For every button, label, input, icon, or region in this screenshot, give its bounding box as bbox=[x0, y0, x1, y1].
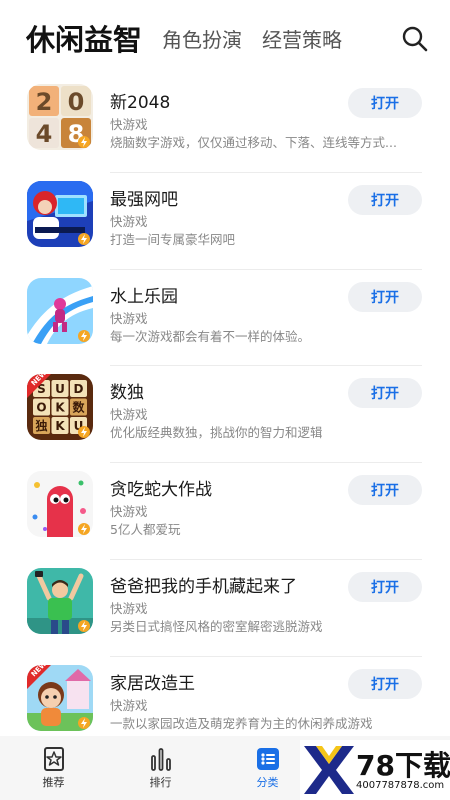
category-list-icon bbox=[256, 748, 279, 770]
search-icon bbox=[402, 26, 428, 52]
app-icon-sudoku: S U D O K 数 独 K U NEW bbox=[27, 374, 93, 441]
app-tag: 快游戏 bbox=[110, 407, 148, 423]
app-name: 数独 bbox=[110, 383, 144, 404]
watermark-text: 78下载 bbox=[356, 749, 450, 782]
watermark: 78下载 4007787878.com bbox=[300, 740, 450, 800]
bar-chart-icon bbox=[150, 748, 171, 771]
app-icon-snake bbox=[27, 471, 93, 538]
nav-label: 推荐 bbox=[42, 776, 65, 789]
tile-0: 0 bbox=[68, 88, 85, 116]
open-button[interactable]: 打开 bbox=[348, 88, 422, 118]
open-button[interactable]: 打开 bbox=[348, 475, 422, 506]
app-name: 最强网吧 bbox=[110, 189, 178, 210]
tab-management-strategy[interactable]: 经营策略 bbox=[262, 24, 342, 53]
sudoku-letter: K bbox=[55, 401, 65, 415]
open-button[interactable]: 打开 bbox=[348, 184, 422, 215]
tile-2: 2 bbox=[36, 88, 53, 116]
watermark-url: 4007787878.com bbox=[356, 780, 445, 791]
tile-4: 4 bbox=[36, 120, 53, 148]
sudoku-letter: O bbox=[36, 401, 46, 415]
list-item[interactable]: 爸爸把我的手机藏起来了 快游戏 另类日式搞怪风格的密室解密逃脱游戏 打开 bbox=[0, 560, 450, 657]
app-description: 另类日式搞怪风格的密室解密逃脱游戏 bbox=[110, 618, 323, 634]
open-button[interactable]: 打开 bbox=[348, 668, 422, 699]
app-tag: 快游戏 bbox=[110, 310, 148, 326]
game-list: 2 0 4 8 新2048 快游戏 烧脑数字游戏，仅仅通过移动、下落、连线等方式… bbox=[0, 76, 450, 754]
x-logo-icon bbox=[304, 746, 354, 794]
open-button[interactable]: 打开 bbox=[348, 571, 422, 602]
star-book-icon bbox=[43, 747, 64, 771]
app-tag: 快游戏 bbox=[110, 213, 148, 229]
list-item[interactable]: 2 0 4 8 新2048 快游戏 烧脑数字游戏，仅仅通过移动、下落、连线等方式… bbox=[0, 76, 450, 173]
nav-label: 分类 bbox=[256, 776, 279, 789]
nav-item-recommend[interactable]: 推荐 bbox=[0, 736, 107, 800]
app-icon-home-makeover: NEW bbox=[27, 664, 93, 731]
app-icon-internet-cafe bbox=[27, 180, 93, 247]
app-name: 水上乐园 bbox=[110, 286, 178, 307]
sudoku-letter: U bbox=[55, 382, 65, 396]
list-item[interactable]: 最强网吧 快游戏 打造一间专属豪华网吧 打开 bbox=[0, 173, 450, 270]
list-item[interactable]: 贪吃蛇大作战 快游戏 5亿人都爱玩 打开 bbox=[0, 463, 450, 560]
tabs-fade bbox=[364, 20, 404, 60]
list-item[interactable]: 水上乐园 快游戏 每一次游戏都会有着不一样的体验。 打开 bbox=[0, 270, 450, 367]
app-icon-man-arms-up bbox=[27, 567, 93, 634]
sudoku-letter: D bbox=[74, 382, 84, 396]
app-tag: 快游戏 bbox=[110, 504, 148, 520]
app-description: 5亿人都爱玩 bbox=[110, 522, 181, 538]
app-icon-water-slide bbox=[27, 277, 93, 344]
app-tag: 快游戏 bbox=[110, 117, 148, 132]
app-icon-2048: 2 0 4 8 bbox=[27, 84, 93, 150]
sudoku-letter: 独 bbox=[34, 418, 47, 433]
app-name: 家居改造王 bbox=[110, 673, 195, 694]
open-button[interactable]: 打开 bbox=[348, 281, 422, 312]
app-description: 烧脑数字游戏，仅仅通过移动、下落、连线等方式... bbox=[110, 135, 397, 150]
app-description: 每一次游戏都会有着不一样的体验。 bbox=[110, 328, 311, 344]
sudoku-letter: K bbox=[55, 419, 65, 433]
app-name: 爸爸把我的手机藏起来了 bbox=[110, 576, 297, 597]
open-button[interactable]: 打开 bbox=[348, 378, 422, 409]
sudoku-letter: 数 bbox=[72, 400, 85, 415]
app-name: 新2048 bbox=[110, 93, 171, 113]
app-tag: 快游戏 bbox=[110, 600, 148, 616]
tab-casual-puzzle[interactable]: 休闲益智 bbox=[26, 17, 142, 59]
app-description: 优化版经典数独，挑战你的智力和逻辑 bbox=[110, 425, 323, 441]
nav-label: 排行 bbox=[149, 776, 172, 789]
nav-item-ranking[interactable]: 排行 bbox=[107, 736, 214, 800]
app-description: 打造一间专属豪华网吧 bbox=[110, 231, 236, 247]
tab-role-playing[interactable]: 角色扮演 bbox=[162, 24, 242, 53]
list-item[interactable]: S U D O K 数 独 K U NEW 数独 快游戏 优化版经典数独，挑战你… bbox=[0, 366, 450, 464]
search-button[interactable] bbox=[400, 24, 430, 54]
app-description: 一款以家园改造及萌宠养育为主的休闲养成游戏 bbox=[110, 715, 373, 731]
app-tag: 快游戏 bbox=[110, 697, 148, 713]
app-name: 贪吃蛇大作战 bbox=[110, 480, 212, 501]
